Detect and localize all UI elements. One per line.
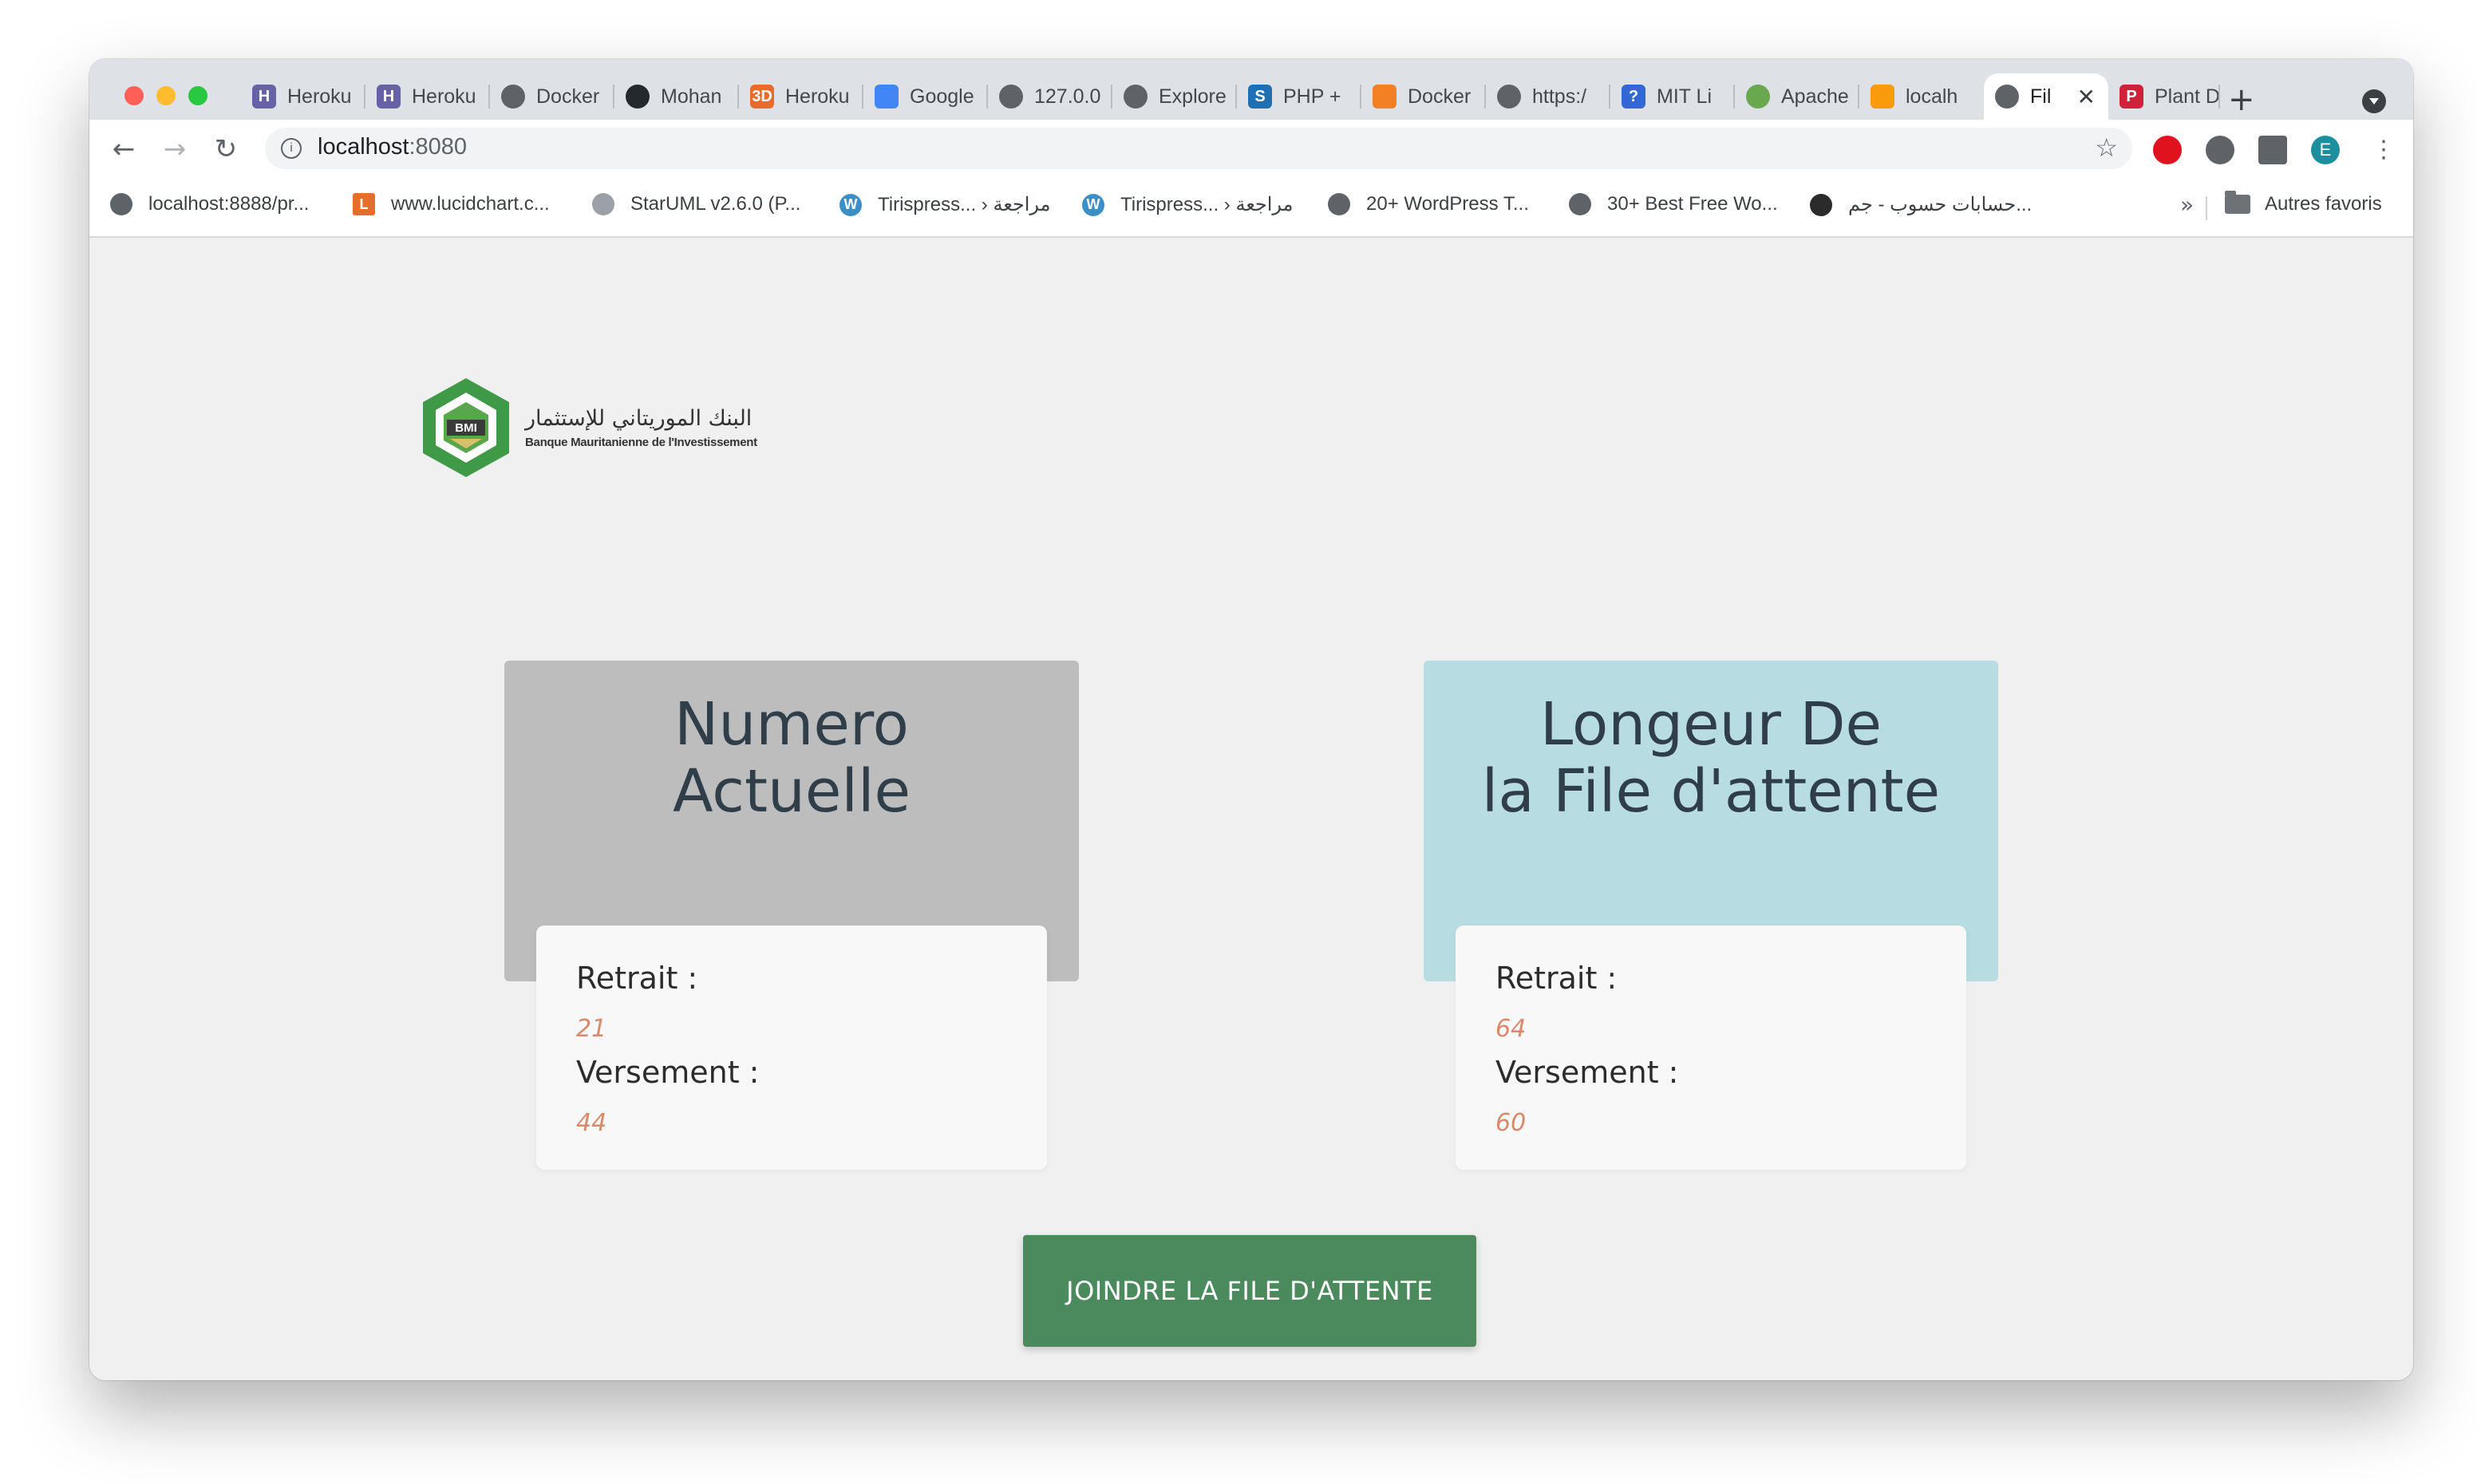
card-title: Longeur De la File d'attente	[1481, 690, 1941, 826]
tab-strip: H Heroku H Heroku Docker Mohan 3D Heroku…	[89, 59, 2413, 120]
staruml-icon	[592, 193, 614, 215]
wordpress-icon: W	[1082, 193, 1104, 216]
browser-window: H Heroku H Heroku Docker Mohan 3D Heroku…	[89, 59, 2413, 1380]
extensions-puzzle-icon[interactable]	[2258, 136, 2287, 164]
globe-icon	[1995, 85, 2019, 109]
logo-french-name: Banque Mauritanienne de l'Investissement	[525, 436, 757, 449]
bookmark-item[interactable]: W Tirispress... › مراجعة	[1082, 193, 1294, 216]
profile-avatar[interactable]: E	[2311, 136, 2340, 164]
retrait-label: Retrait :	[576, 961, 698, 996]
globe-icon	[1124, 85, 1148, 109]
other-bookmarks[interactable]: Autres favoris	[2225, 191, 2382, 215]
folder-icon	[2225, 191, 2250, 214]
tab[interactable]: H Heroku	[241, 73, 365, 120]
bookmark-item[interactable]: W Tirispress... › مراجعة	[839, 193, 1051, 216]
bookmarks-bar: localhost:8888/pr... L www.lucidchart.c.…	[89, 179, 2413, 238]
tab[interactable]: Apache	[1735, 73, 1859, 120]
retrait-value: 64	[1495, 1015, 1527, 1043]
current-number-stats: Retrait : 21 Versement : 44	[536, 926, 1047, 1170]
menu-kebab-icon[interactable]: ⋮	[2364, 129, 2404, 169]
tab[interactable]: Explore	[1112, 73, 1237, 120]
globe-icon	[999, 85, 1023, 109]
tab[interactable]: 127.0.0	[988, 73, 1112, 120]
maximize-window-button[interactable]	[188, 86, 207, 105]
browser-toolbar: ← → ↻ i localhost:8080 ☆ E ⋮	[89, 120, 2413, 179]
back-arrow-icon[interactable]: ←	[104, 129, 144, 169]
bookmark-item[interactable]: 30+ Best Free Wo...	[1569, 193, 1778, 215]
new-tab-button[interactable]: +	[2228, 81, 2255, 118]
versement-value: 44	[576, 1109, 607, 1137]
page-content: BMI البنك الموريتاني للإستثمار Banque Ma…	[89, 238, 2413, 1380]
close-icon[interactable]: ✕	[2077, 84, 2096, 110]
join-queue-button[interactable]: JOINDRE LA FILE D'ATTENTE	[1023, 1235, 1476, 1347]
globe-icon	[501, 85, 525, 109]
card-title: Numero Actuelle	[672, 690, 911, 826]
bookmark-item[interactable]: StarUML v2.6.0 (P...	[592, 193, 800, 215]
tab[interactable]: Docker	[490, 73, 614, 120]
3d-icon: 3D	[750, 85, 774, 109]
tab-search-icon[interactable]	[2362, 89, 2386, 113]
mit-icon: ?	[1622, 85, 1645, 109]
globe-icon	[1497, 85, 1521, 109]
svg-text:BMI: BMI	[455, 421, 477, 435]
tab[interactable]: https:/	[1486, 73, 1610, 120]
versement-value: 60	[1495, 1109, 1527, 1137]
wordpress-icon: W	[839, 193, 862, 216]
close-window-button[interactable]	[124, 86, 144, 105]
forward-arrow-icon[interactable]: →	[155, 129, 195, 169]
address-bar[interactable]: i localhost:8080 ☆	[265, 128, 2132, 169]
tab[interactable]: localh	[1859, 73, 1984, 120]
apache-icon	[1746, 85, 1770, 109]
github-icon	[626, 85, 650, 109]
url-text: localhost:8080	[318, 134, 468, 160]
queue-length-stats: Retrait : 64 Versement : 60	[1456, 926, 1966, 1170]
bmi-logo: BMI البنك الموريتاني للإستثمار Banque Ma…	[418, 375, 757, 480]
tab[interactable]: Mohan	[614, 73, 739, 120]
bookmark-item[interactable]: localhost:8888/pr...	[110, 193, 309, 215]
google-icon	[875, 85, 899, 109]
bookmark-item[interactable]: 20+ WordPress T...	[1328, 193, 1529, 215]
minimize-window-button[interactable]	[156, 86, 176, 105]
tab[interactable]: H Heroku	[365, 73, 490, 120]
heroku-icon: H	[252, 85, 276, 109]
globe-icon	[1328, 193, 1350, 215]
bmi-logo-mark: BMI	[423, 378, 509, 477]
bookmark-item[interactable]: L www.lucidchart.c...	[353, 193, 550, 215]
retrait-label: Retrait :	[1495, 961, 1618, 996]
bookmarks-overflow-button[interactable]: »	[2180, 191, 2194, 218]
versement-label: Versement :	[1495, 1055, 1679, 1090]
heroku-icon: H	[377, 85, 401, 109]
bookmark-item[interactable]: حسابات حسوب - جم...	[1810, 193, 2032, 216]
tab[interactable]: ? MIT Li	[1610, 73, 1735, 120]
php-icon: S	[1248, 85, 1272, 109]
adblock-icon[interactable]	[2153, 136, 2182, 164]
tab[interactable]: S PHP +	[1237, 73, 1361, 120]
logo-text: البنك الموريتاني للإستثمار Banque Maurit…	[525, 406, 757, 449]
logo-arabic-name: البنك الموريتاني للإستثمار	[525, 406, 753, 431]
bookmarks-divider	[2206, 196, 2207, 220]
retrait-value: 21	[576, 1015, 607, 1043]
versement-label: Versement :	[576, 1055, 760, 1090]
tab[interactable]: P Plant D	[2108, 73, 2220, 120]
info-icon[interactable]: i	[281, 138, 302, 159]
stack-icon	[1373, 85, 1397, 109]
speed-icon[interactable]	[2206, 136, 2234, 164]
globe-icon	[110, 193, 132, 215]
tab[interactable]: Google	[863, 73, 988, 120]
tab-active[interactable]: Fil ✕	[1984, 73, 2108, 120]
globe-icon	[1569, 193, 1591, 215]
bookmark-star-icon[interactable]: ☆	[2095, 132, 2118, 163]
tab[interactable]: Docker	[1361, 73, 1486, 120]
plant-icon: P	[2119, 85, 2143, 109]
lucidchart-icon: L	[353, 193, 375, 215]
reload-icon[interactable]: ↻	[206, 129, 246, 169]
tab[interactable]: 3D Heroku	[739, 73, 863, 120]
hsoub-icon	[1810, 193, 1832, 216]
pma-icon	[1871, 85, 1894, 109]
